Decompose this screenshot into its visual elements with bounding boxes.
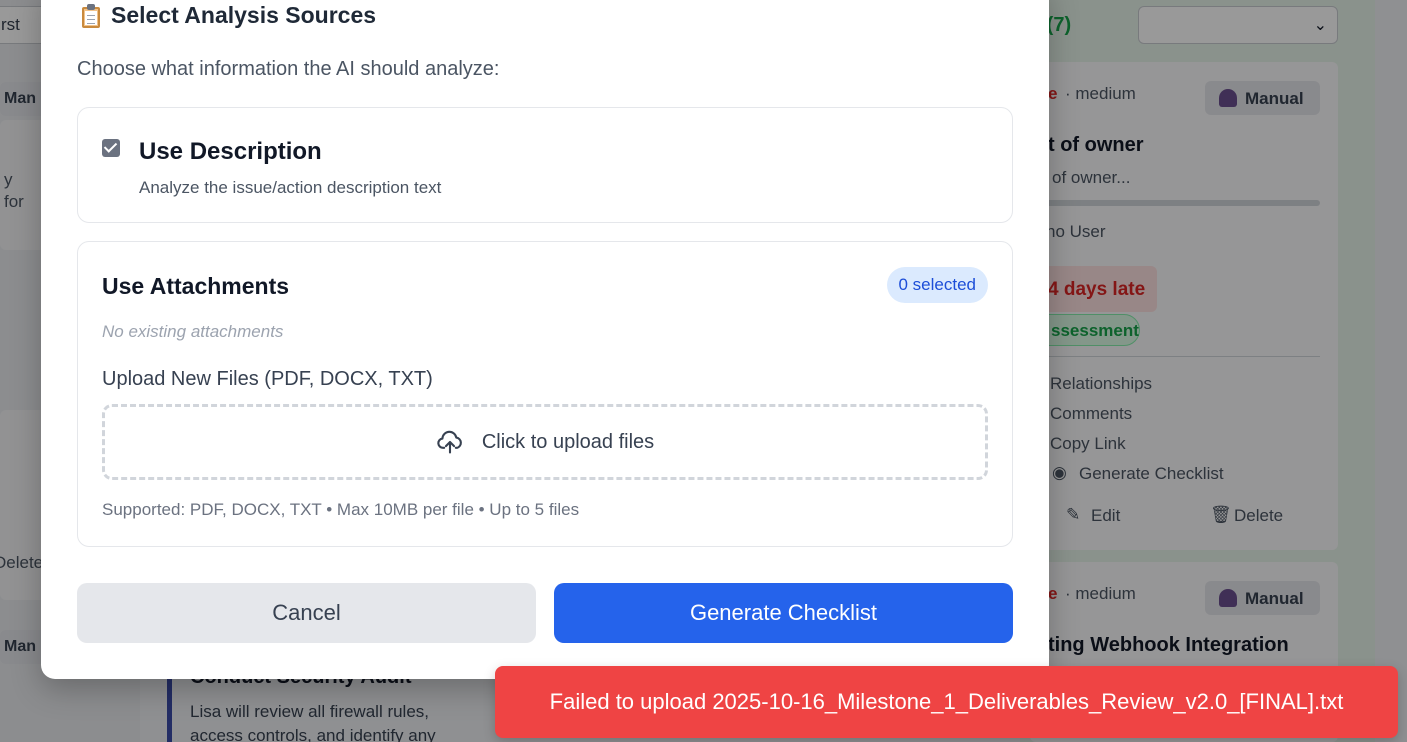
analysis-sources-modal: Select Analysis Sources Choose what info… <box>41 0 1049 679</box>
no-attachments-text: No existing attachments <box>102 322 284 341</box>
generate-checklist-button[interactable]: Generate Checklist <box>554 583 1013 643</box>
description-option[interactable]: Use Description Analyze the issue/action… <box>77 107 1013 223</box>
selected-count-badge: 0 selected <box>886 267 988 303</box>
modal-title: Select Analysis Sources <box>81 2 376 29</box>
cloud-upload-icon <box>437 430 462 454</box>
modal-title-text: Select Analysis Sources <box>111 2 377 28</box>
clipboard-icon <box>81 3 101 28</box>
use-attachments-title: Use Attachments <box>102 273 290 299</box>
use-description-title: Use Description <box>139 138 322 165</box>
upload-label: Upload New Files (PDF, DOCX, TXT) <box>102 368 433 390</box>
modal-subtitle: Choose what information the AI should an… <box>77 58 500 80</box>
use-description-checkbox[interactable] <box>102 139 120 157</box>
attachments-option: Use Attachments 0 selected No existing a… <box>77 241 1013 547</box>
upload-dropzone[interactable]: Click to upload files <box>102 404 988 480</box>
upload-button-label: Click to upload files <box>481 430 655 453</box>
supported-formats-text: Supported: PDF, DOCX, TXT • Max 10MB per… <box>102 500 580 519</box>
use-description-desc: Analyze the issue/action description tex… <box>139 178 442 197</box>
cancel-button[interactable]: Cancel <box>77 583 536 643</box>
error-toast: Failed to upload 2025-10-16_Milestone_1_… <box>495 666 1398 738</box>
toast-message: Failed to upload 2025-10-16_Milestone_1_… <box>549 689 1344 714</box>
